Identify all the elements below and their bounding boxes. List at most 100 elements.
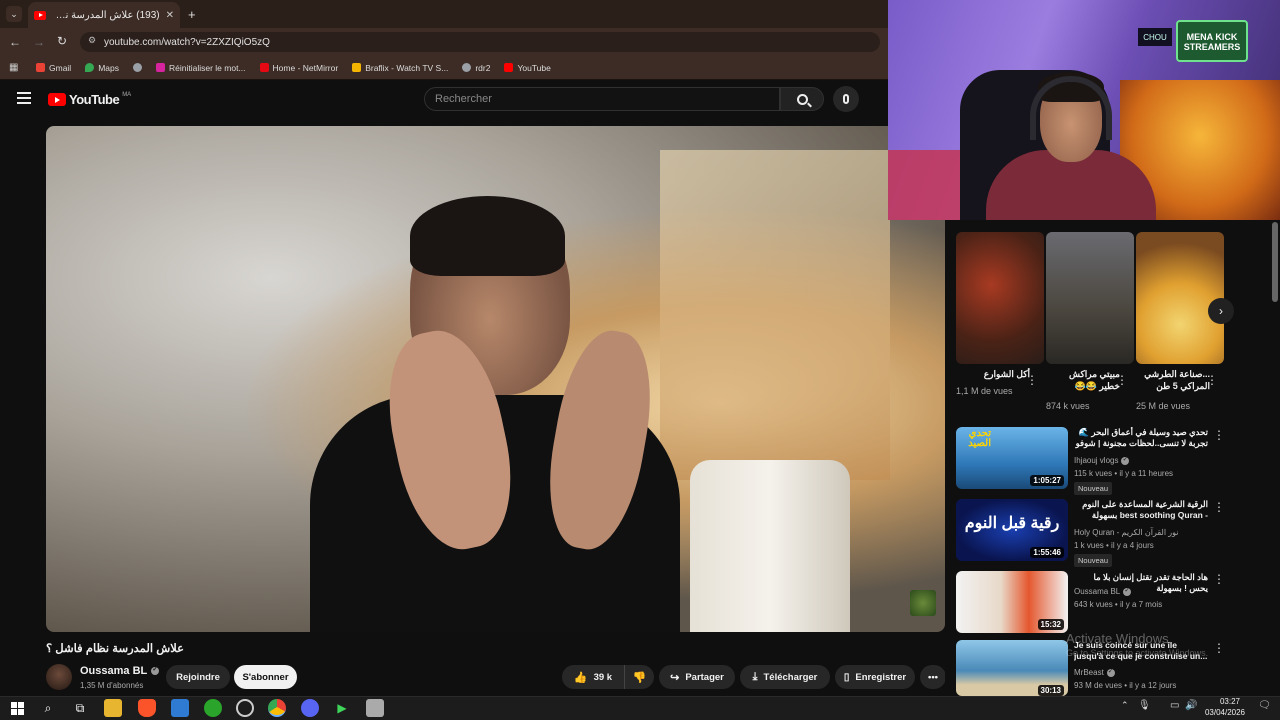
video-frame-person-hair xyxy=(410,196,565,276)
video-menu-icon[interactable]: ⋮ xyxy=(1213,641,1225,655)
save-button[interactable]: ▯ Enregistrer xyxy=(835,665,915,689)
search-input[interactable]: Rechercher xyxy=(424,87,780,111)
video-thumbnail[interactable]: 15:32 xyxy=(956,571,1068,633)
short-views: 874 k vues xyxy=(1046,401,1090,411)
video-menu-icon[interactable]: ⋮ xyxy=(1213,500,1225,514)
taskbar-date[interactable]: 03/04/2026 xyxy=(1202,708,1248,717)
bookmark-instagram[interactable]: Réinitialiser le mot... xyxy=(156,63,246,73)
bookmark-braflix[interactable]: Braflix - Watch TV S... xyxy=(352,63,448,73)
video-frame-doorway xyxy=(660,150,890,480)
bookmark-rdr2[interactable]: rdr2 xyxy=(462,63,490,73)
video-thumbnail[interactable]: تحدي الصيد 1:05:27 xyxy=(956,427,1068,489)
video-menu-icon[interactable]: ⋮ xyxy=(1213,572,1225,586)
download-icon: ⤓ xyxy=(752,670,758,683)
new-tab-button[interactable]: + xyxy=(188,7,196,22)
windows-start-icon[interactable] xyxy=(8,699,26,717)
dislike-button[interactable]: 👎 xyxy=(624,665,654,689)
more-actions-button[interactable]: ••• xyxy=(920,665,946,689)
site-info-icon[interactable]: ⚙ xyxy=(88,35,96,46)
back-icon[interactable]: ← xyxy=(9,35,21,49)
xbox-icon[interactable] xyxy=(204,699,222,717)
bookmark-globe[interactable] xyxy=(133,63,142,72)
share-button[interactable]: ↪ Partager xyxy=(659,665,735,689)
bookmark-gmail[interactable]: Gmail xyxy=(36,63,71,73)
tray-chevron-icon[interactable]: ⌃ xyxy=(1121,700,1129,711)
channel-name[interactable]: MrBeast xyxy=(1074,667,1115,677)
short-thumbnail[interactable] xyxy=(1136,232,1224,364)
channel-avatar[interactable] xyxy=(46,664,72,690)
tab-list-button[interactable]: ⌄ xyxy=(6,6,22,22)
short-menu-icon[interactable]: ⋮ xyxy=(1026,373,1038,387)
mena-kick-streamers-badge: MENA KICK STREAMERS xyxy=(1176,20,1248,62)
channel-name[interactable]: Holy Quran - نور القرآن الكريم xyxy=(1074,528,1179,537)
voice-search-button[interactable] xyxy=(833,86,859,112)
video-meta: 1 k vues • il y a 4 jours xyxy=(1074,541,1154,550)
discord-icon[interactable] xyxy=(301,699,319,717)
short-menu-icon[interactable]: ⋮ xyxy=(1116,373,1128,387)
youtube-icon xyxy=(504,63,514,72)
join-button[interactable]: Rejoindre xyxy=(166,665,230,689)
video-frame-water-heater xyxy=(690,460,850,632)
url-text: youtube.com/watch?v=2ZXZIQiO5zQ xyxy=(104,36,270,48)
forward-icon[interactable]: → xyxy=(33,35,45,49)
search-icon[interactable]: ⌕ xyxy=(39,699,57,717)
steam-icon[interactable] xyxy=(236,699,254,717)
video-menu-icon[interactable]: ⋮ xyxy=(1213,428,1225,442)
volume-icon[interactable]: 🔊 xyxy=(1185,700,1197,711)
video-title[interactable]: الرقية الشرعية المساعدة على النوم بسهولة… xyxy=(1074,499,1208,522)
tab-active[interactable]: (193) علاش المدرسة نظام فاشل ✕ xyxy=(28,2,180,28)
short-thumbnail[interactable] xyxy=(1046,232,1134,364)
bookmark-icon: ▯ xyxy=(843,671,850,683)
subscribe-button[interactable]: S'abonner xyxy=(234,665,297,689)
close-tab-icon[interactable]: ✕ xyxy=(166,10,174,21)
instagram-icon xyxy=(156,63,165,72)
video-title[interactable]: تحدي صيد وسيلة في أعماق البحر 🌊 تجربة لا… xyxy=(1074,427,1208,450)
menu-icon[interactable] xyxy=(17,92,31,104)
bookmark-youtube[interactable]: YouTube xyxy=(504,63,551,73)
short-title[interactable]: مبيتي مراكش خطير 😂😂 xyxy=(1046,368,1120,392)
address-bar[interactable]: ⚙ youtube.com/watch?v=2ZXZIQiO5zQ xyxy=(80,32,880,52)
channel-name[interactable]: Ihjaouj vlogs xyxy=(1074,455,1130,465)
store-icon[interactable] xyxy=(171,699,189,717)
short-thumbnail[interactable] xyxy=(956,232,1044,364)
verified-icon xyxy=(151,665,160,675)
network-icon[interactable]: ▭ xyxy=(1170,700,1179,711)
app-window-icon[interactable] xyxy=(366,699,384,717)
short-title[interactable]: أكل الشوارع xyxy=(956,368,1030,380)
download-button[interactable]: ⤓ Télécharger xyxy=(740,665,830,689)
apps-icon[interactable]: ▦ xyxy=(9,62,18,73)
braflix-icon xyxy=(352,63,362,72)
task-view-icon[interactable]: ⧉ xyxy=(71,699,89,717)
video-thumbnail[interactable]: 30:13 xyxy=(956,640,1068,696)
new-badge: Nouveau xyxy=(1074,554,1113,567)
search-button[interactable] xyxy=(780,87,824,111)
short-menu-icon[interactable]: ⋮ xyxy=(1206,373,1218,387)
short-title[interactable]: ...صناعة الطرشي المراكي 5 طن xyxy=(1136,368,1210,392)
sidebar-scrollbar[interactable] xyxy=(1272,222,1278,302)
maps-icon xyxy=(85,63,95,72)
video-duration: 30:13 xyxy=(1037,685,1064,696)
video-meta: 93 M de vues • il y a 12 jours xyxy=(1074,681,1177,690)
channel-watermark[interactable] xyxy=(910,590,936,616)
notifications-icon[interactable]: 🗨 xyxy=(1258,700,1271,711)
brave-browser-icon[interactable] xyxy=(138,699,156,717)
webcam-sign: CHOU xyxy=(1138,28,1172,46)
reload-icon[interactable]: ↻ xyxy=(57,34,67,48)
taskbar-time[interactable]: 03:27 xyxy=(1212,697,1248,706)
channel-name[interactable]: Oussama BL xyxy=(1074,586,1132,596)
bookmark-maps[interactable]: Maps xyxy=(85,63,119,73)
chrome-icon[interactable] xyxy=(268,699,286,717)
video-thumbnail[interactable]: رقية قبل النوم 1:55:46 xyxy=(956,499,1068,561)
youtube-play-icon xyxy=(48,93,66,106)
file-explorer-icon[interactable] xyxy=(104,699,122,717)
bookmark-netmirror[interactable]: Home - NetMirror xyxy=(259,63,338,73)
youtube-logo[interactable]: YouTube MA xyxy=(48,92,131,107)
media-player-icon[interactable]: ▶ xyxy=(333,699,351,717)
channel-name[interactable]: Oussama BL xyxy=(80,665,160,677)
like-button[interactable]: 👍 39 k xyxy=(562,665,624,689)
thumbs-up-icon: 👍 xyxy=(573,671,588,684)
more-icon: ••• xyxy=(928,671,938,683)
microphone-tray-icon[interactable]: 🎙 xyxy=(1138,700,1151,711)
shorts-next-button[interactable]: › xyxy=(1208,298,1234,324)
microphone-icon xyxy=(843,94,849,104)
